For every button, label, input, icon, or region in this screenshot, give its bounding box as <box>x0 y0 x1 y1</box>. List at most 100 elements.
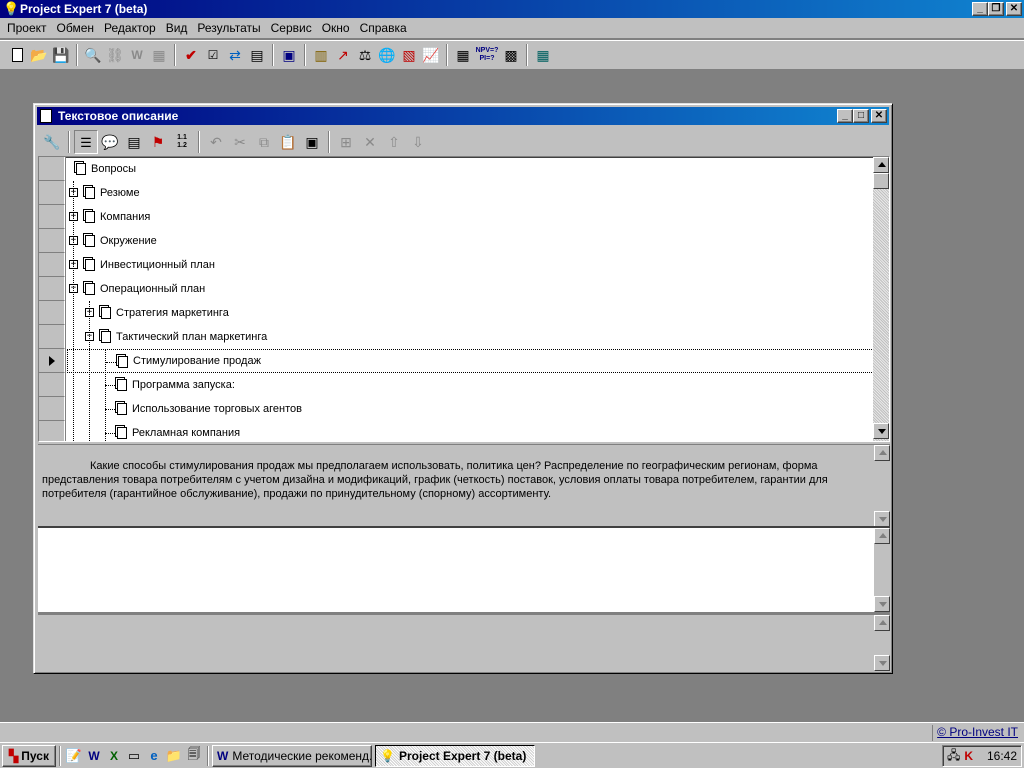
globe-icon[interactable]: 🌐 <box>376 44 398 66</box>
answer-editor[interactable] <box>38 526 890 614</box>
internet-explorer-icon[interactable]: e <box>144 746 164 766</box>
analysis-icon[interactable]: ▩ <box>500 44 522 66</box>
notes-scroll-down[interactable] <box>874 655 890 671</box>
tree-row[interactable]: − Операционный план <box>67 277 874 301</box>
checkbox-list-icon[interactable]: ☑ <box>202 44 224 66</box>
menu-view[interactable]: Вид <box>161 19 193 37</box>
menu-service[interactable]: Сервис <box>266 19 317 37</box>
matrix-icon[interactable]: ▦ <box>452 44 474 66</box>
notes-scrollbar[interactable] <box>874 615 890 671</box>
answer-scroll-down[interactable] <box>874 596 890 612</box>
notes-scroll-up[interactable] <box>874 615 890 631</box>
tree-row[interactable]: + Окружение <box>67 229 874 253</box>
tree-row[interactable]: + Компания <box>67 205 874 229</box>
row-indicator[interactable] <box>39 253 65 277</box>
antivirus-icon[interactable]: K <box>964 749 973 763</box>
save-icon[interactable]: 💾 <box>50 44 72 66</box>
row-indicator[interactable] <box>39 421 65 441</box>
cash-flow-icon[interactable]: ↗ <box>332 44 354 66</box>
row-indicator[interactable] <box>39 277 65 301</box>
monitor-icon[interactable]: ▣ <box>278 44 300 66</box>
network-icon[interactable]: 🖧 <box>947 746 960 767</box>
tree-row[interactable]: Рекламная компания <box>67 421 874 441</box>
answer-scroll-up[interactable] <box>874 528 890 544</box>
notepad-icon[interactable]: 📝 <box>64 746 84 766</box>
insert-icon[interactable]: ⊞ <box>334 130 358 154</box>
scroll-thumb[interactable] <box>873 173 889 189</box>
tree-row[interactable]: − Тактический план маркетинга <box>67 325 874 349</box>
row-indicator[interactable] <box>39 373 65 397</box>
tree-row[interactable]: Программа запуска: <box>67 373 874 397</box>
folder-tools-icon[interactable]: 📁 <box>164 746 184 766</box>
menu-results[interactable]: Результаты <box>192 19 265 37</box>
tree-row[interactable]: Стимулирование продаж <box>67 349 874 373</box>
question-scroll-up[interactable] <box>874 445 890 461</box>
bookmark-icon[interactable]: ⚑ <box>146 130 170 154</box>
spreadsheet-export-icon[interactable]: ▦ <box>148 44 170 66</box>
tree-scrollbar[interactable] <box>873 157 889 441</box>
tree-row[interactable]: + Стратегия маркетинга <box>67 301 874 325</box>
table-icon[interactable]: ▧ <box>398 44 420 66</box>
row-indicator[interactable] <box>39 301 65 325</box>
new-document-icon[interactable] <box>6 44 28 66</box>
app-title-bar[interactable]: 💡 Project Expert 7 (beta) _ ❐ ✕ <box>0 0 1024 18</box>
open-folder-icon[interactable]: 📂 <box>28 44 50 66</box>
start-button[interactable]: ▚ Пуск <box>2 744 56 767</box>
row-indicator[interactable] <box>39 157 65 181</box>
task-button-word[interactable]: W Методические рекоменд... <box>212 744 372 767</box>
tree-row[interactable]: Вопросы <box>67 157 874 181</box>
print-preview-icon[interactable]: 🔍 <box>82 44 104 66</box>
pro-invest-link[interactable]: © Pro-Invest IT <box>932 725 1020 741</box>
row-indicator[interactable] <box>39 325 65 349</box>
wrench-icon[interactable]: 🔧 <box>40 130 64 154</box>
tree-row[interactable]: + Инвестиционный план <box>67 253 874 277</box>
child-close-button[interactable]: ✕ <box>871 109 887 123</box>
scroll-down-button[interactable] <box>873 423 889 439</box>
menu-project[interactable]: Проект <box>2 19 52 37</box>
delete-icon[interactable]: ✕ <box>358 130 382 154</box>
row-indicator[interactable] <box>39 349 65 373</box>
move-down-icon[interactable]: ⇩ <box>406 130 430 154</box>
row-indicator[interactable] <box>39 181 65 205</box>
row-indicator[interactable] <box>39 205 65 229</box>
word-icon[interactable]: W <box>84 746 104 766</box>
child-minimize-button[interactable]: _ <box>837 109 853 123</box>
numbering-icon[interactable]: 1.1 1.2 <box>170 130 194 154</box>
excel-icon[interactable]: X <box>104 746 124 766</box>
tree-row[interactable]: + Резюме <box>67 181 874 205</box>
report-icon[interactable]: ▥ <box>310 44 332 66</box>
cut-icon[interactable]: ✂ <box>228 130 252 154</box>
menu-exchange[interactable]: Обмен <box>52 19 100 37</box>
link-icon[interactable]: ⛓ <box>104 44 126 66</box>
word-export-icon[interactable]: W <box>126 44 148 66</box>
check-icon[interactable]: ✔ <box>180 44 202 66</box>
scroll-up-button[interactable] <box>873 157 889 173</box>
recalculate-icon[interactable]: ⇄ <box>224 44 246 66</box>
documents-icon[interactable]: 🗐 <box>184 746 204 766</box>
clock[interactable]: 16:42 <box>987 749 1017 763</box>
row-indicator[interactable] <box>39 229 65 253</box>
question-scroll-down[interactable] <box>874 511 890 527</box>
menu-editor[interactable]: Редактор <box>99 19 161 37</box>
outline-icon[interactable]: ☰ <box>74 130 98 154</box>
undo-icon[interactable]: ↶ <box>204 130 228 154</box>
row-indicator[interactable] <box>39 397 65 421</box>
task-button-project-expert[interactable]: 💡 Project Expert 7 (beta) <box>375 744 535 767</box>
npv-pi-icon[interactable]: NPV=? PI=? <box>474 44 500 66</box>
format-icon[interactable]: ▣ <box>300 130 324 154</box>
close-button[interactable]: ✕ <box>1006 2 1022 16</box>
paste-icon[interactable]: 📋 <box>276 130 300 154</box>
restore-button[interactable]: ❐ <box>988 2 1004 16</box>
minimize-button[interactable]: _ <box>972 2 988 16</box>
menu-window[interactable]: Окно <box>317 19 355 37</box>
calendar-icon[interactable]: ▦ <box>532 44 554 66</box>
tree-row[interactable]: Использование торговых агентов <box>67 397 874 421</box>
chart-icon[interactable]: 📈 <box>420 44 442 66</box>
balance-scales-icon[interactable]: ⚖ <box>354 44 376 66</box>
move-up-icon[interactable]: ⇧ <box>382 130 406 154</box>
copy-icon[interactable]: ⧉ <box>252 130 276 154</box>
child-maximize-button[interactable]: □ <box>853 109 869 123</box>
child-title-bar[interactable]: Текстовое описание _ □ ✕ <box>37 107 889 125</box>
comment-icon[interactable]: 💬 <box>98 130 122 154</box>
text-block-icon[interactable]: ▤ <box>122 130 146 154</box>
